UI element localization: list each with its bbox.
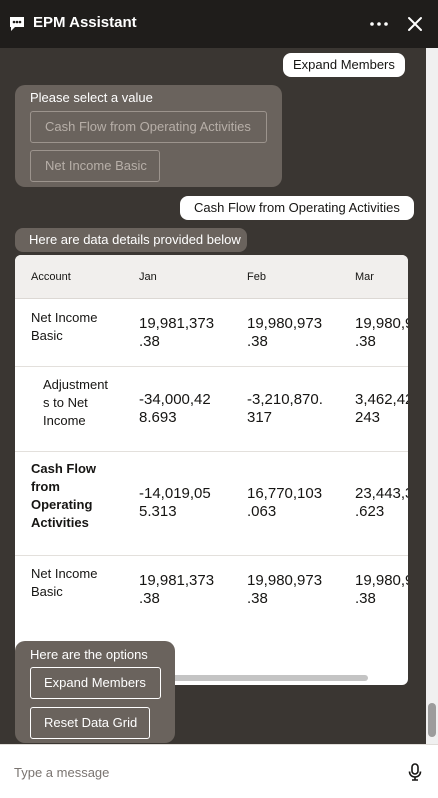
message-composer: [0, 744, 438, 798]
more-options-icon[interactable]: [366, 12, 392, 36]
options-card: Here are the options Expand Members Rese…: [15, 641, 175, 743]
cell-feb: 16,770,103.063: [247, 485, 323, 520]
user-message-cash-flow: Cash Flow from Operating Activities: [180, 196, 414, 220]
microphone-icon[interactable]: [405, 762, 425, 782]
option-net-income-button[interactable]: Net Income Basic: [30, 150, 160, 182]
cell-feb: -3,210,870. 317: [247, 391, 323, 426]
table-row: Adjustment s to Net Income -34,000,42 8.693…: [15, 367, 408, 452]
conversation-area: Expand Members Please select a value Cas…: [0, 48, 426, 744]
option-cash-flow-button[interactable]: Cash Flow from Operating Activities: [30, 111, 267, 143]
column-header-feb: Feb: [247, 271, 266, 283]
table-row: Cash Flow from Operating Activities -14,019…: [15, 452, 408, 556]
table-row: Net Income Basic 19,981,373.38 19,980,973…: [15, 299, 408, 367]
options-label: Here are the options: [30, 647, 148, 662]
column-header-jan: Jan: [139, 271, 157, 283]
cell-jan: -14,019,05 5.313: [139, 485, 211, 520]
conversation-scrollbar[interactable]: [426, 48, 438, 744]
row-account: Net Income Basic: [31, 310, 98, 343]
scrollbar-thumb[interactable]: [428, 703, 436, 737]
message-input[interactable]: [14, 761, 384, 783]
row-account: Adjustment s to Net Income: [43, 377, 109, 428]
column-header-account: Account: [31, 271, 71, 283]
cell-jan: -34,000,42 8.693: [139, 391, 211, 426]
cell-jan: 19,981,373.38: [139, 315, 215, 350]
column-header-mar: Mar: [355, 271, 374, 283]
cell-feb: 19,980,973.38: [247, 315, 323, 350]
cell-mar: 23,443,3.623: [355, 485, 408, 520]
data-grid: Account Jan Feb Mar Net Income Basic 19,9…: [15, 255, 408, 685]
row-account: Cash Flow from Operating Activities: [31, 461, 97, 530]
cell-mar: 19,980,9.38: [355, 572, 408, 607]
reset-data-grid-button[interactable]: Reset Data Grid: [30, 707, 150, 739]
cell-feb: 19,980,973.38: [247, 572, 323, 607]
chat-bubble-icon: [10, 17, 24, 31]
cell-mar: 19,980,9.38: [355, 315, 408, 350]
assistant-title: EPM Assistant: [33, 14, 137, 31]
user-message-expand-members: Expand Members: [283, 53, 405, 77]
close-icon[interactable]: [404, 12, 426, 36]
expand-members-button[interactable]: Expand Members: [30, 667, 161, 699]
assistant-header: EPM Assistant: [0, 0, 438, 48]
cell-mar: 3,462,42 243: [355, 391, 408, 426]
select-prompt: Please select a value: [30, 90, 153, 105]
cell-jan: 19,981,373.38: [139, 572, 215, 607]
row-account: Net Income Basic: [31, 566, 98, 599]
grid-header: Account Jan Feb Mar: [15, 255, 408, 299]
select-value-card: Please select a value Cash Flow from Ope…: [15, 85, 282, 187]
data-details-label: Here are data details provided below: [15, 228, 247, 252]
